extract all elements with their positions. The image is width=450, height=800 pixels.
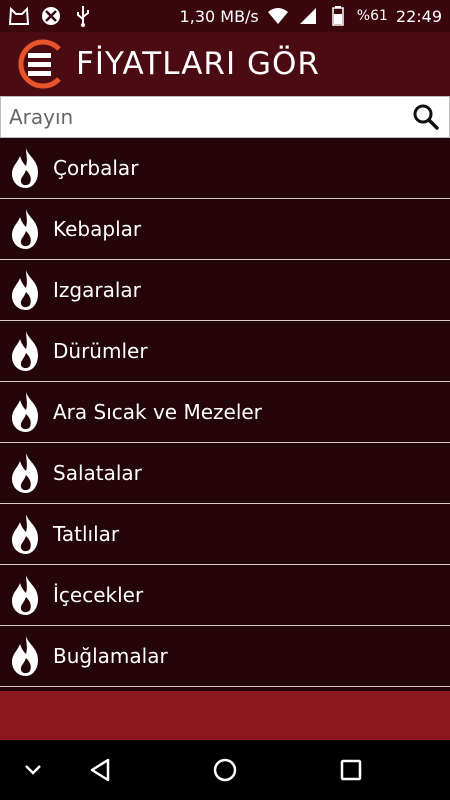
wifi-icon [267, 5, 289, 27]
down-chevron-icon[interactable] [18, 740, 48, 800]
list-item-label: Salatalar [53, 461, 142, 485]
flame-icon [12, 575, 38, 615]
status-bar: 1,30 MB/s %61 22:49 [0, 0, 450, 32]
cat-face-icon [8, 5, 30, 27]
flame-icon [12, 453, 38, 493]
clock: 22:49 [395, 6, 442, 26]
list-item-tatlilar[interactable]: Tatlılar [0, 504, 450, 565]
app-title: FİYATLARI GÖR [76, 46, 320, 82]
flame-icon [12, 331, 38, 371]
list-item-icecekler[interactable]: İçecekler [0, 565, 450, 626]
list-item-salatalar[interactable]: Salatalar [0, 443, 450, 504]
category-list: Çorbalar Kebaplar Izgaralar Dürümler Ara… [0, 138, 450, 687]
signal-icon [297, 5, 319, 27]
no-entry-icon [40, 5, 62, 27]
list-item-label: Izgaralar [53, 278, 141, 302]
search-icon[interactable] [411, 102, 441, 132]
flame-icon [12, 270, 38, 310]
list-item-label: Tatlılar [53, 522, 120, 546]
search-input[interactable] [1, 104, 411, 130]
search-bar [0, 96, 450, 138]
list-item-corbalar[interactable]: Çorbalar [0, 138, 450, 199]
home-icon[interactable] [210, 740, 240, 800]
menu-logo-icon[interactable] [14, 37, 68, 91]
list-item-label: İçecekler [53, 583, 144, 607]
recents-icon[interactable] [336, 740, 366, 800]
list-item-buglamalar[interactable]: Buğlamalar [0, 626, 450, 687]
list-item-label: Kebaplar [53, 217, 142, 241]
flame-icon [12, 148, 38, 188]
list-item-label: Buğlamalar [53, 644, 168, 668]
list-item-kebaplar[interactable]: Kebaplar [0, 199, 450, 260]
list-item-label: Çorbalar [53, 156, 139, 180]
flame-icon [12, 514, 38, 554]
footer-band [0, 691, 450, 740]
app-bar: FİYATLARI GÖR [0, 32, 450, 96]
battery-icon [327, 5, 349, 27]
network-speed: 1,30 MB/s [179, 6, 259, 26]
flame-icon [12, 392, 38, 432]
flame-icon [12, 636, 38, 676]
list-item-izgaralar[interactable]: Izgaralar [0, 260, 450, 321]
system-nav-bar [0, 740, 450, 800]
usb-icon [72, 5, 94, 27]
list-item-durumler[interactable]: Dürümler [0, 321, 450, 382]
list-item-label: Dürümler [53, 339, 148, 363]
battery-percent: %61 [356, 8, 388, 24]
flame-icon [12, 209, 38, 249]
list-item-label: Ara Sıcak ve Mezeler [53, 400, 262, 424]
back-icon[interactable] [85, 740, 115, 800]
list-item-ara-sicak[interactable]: Ara Sıcak ve Mezeler [0, 382, 450, 443]
